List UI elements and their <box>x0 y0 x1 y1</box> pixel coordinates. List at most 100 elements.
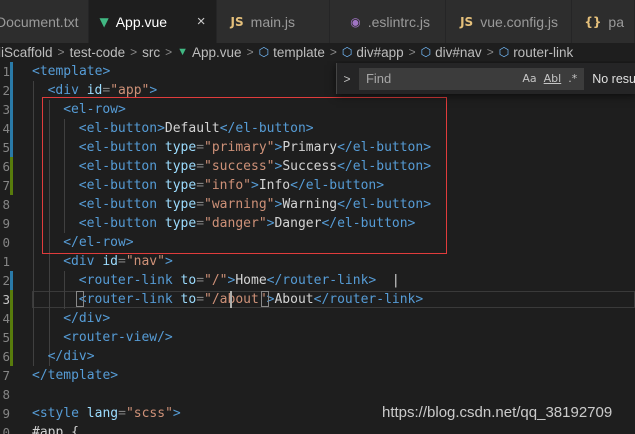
tab-label: .eslintrc.js <box>367 13 430 30</box>
code-token: = <box>196 216 205 231</box>
code-token: Success <box>282 159 338 174</box>
chevron-right-icon: > <box>246 45 254 59</box>
cube-icon: ⬡ <box>498 45 510 59</box>
line-number: 2 <box>2 83 10 98</box>
code-token: type <box>164 159 197 174</box>
breadcrumb-label: liScaffold <box>0 44 53 60</box>
code-token: "primary" <box>204 140 275 155</box>
code-token: > <box>149 83 158 98</box>
match-case-icon[interactable]: Aa <box>522 72 536 85</box>
code-token: <div <box>47 83 87 98</box>
code-token: id <box>86 83 103 98</box>
breadcrumb-item[interactable]: liScaffold <box>0 45 53 60</box>
tab-vue-config-js[interactable]: JS vue.config.js <box>446 0 573 43</box>
tab-eslintrc-js[interactable]: ◉ .eslintrc.js <box>330 0 447 43</box>
code-token: </el-button> <box>321 216 416 231</box>
code-line: <div id="app"> <box>48 81 158 100</box>
code-token: "app" <box>110 83 150 98</box>
tab-main-js[interactable]: JS main.js <box>216 0 331 43</box>
code-token: <style <box>32 406 87 421</box>
code-token: type <box>164 216 197 231</box>
code-token: </el-button> <box>337 197 432 212</box>
line-number: 8 <box>2 197 10 212</box>
line-number-gutter: 1 2 3 4 5 6 7 8 9 0 1 2 3 4 5 6 7 8 9 0 <box>0 61 13 434</box>
code-token: | <box>376 273 400 288</box>
code-line: <router-link to="/">Home</router-link> | <box>79 271 400 290</box>
code-line: </template> <box>32 366 118 385</box>
code-token: "danger" <box>204 216 267 231</box>
change-indicator <box>10 157 13 195</box>
breadcrumb-label: div#app <box>356 44 404 60</box>
breadcrumb-item[interactable]: ⬡ router-link <box>499 45 574 60</box>
breadcrumb-item[interactable]: src <box>142 45 160 60</box>
code-token: "/about" <box>204 292 267 307</box>
code-token: id <box>102 254 118 269</box>
breadcrumb-item[interactable]: ⬡ div#app <box>342 45 404 60</box>
vue-icon: ▼ <box>177 46 189 58</box>
chevron-right-icon: > <box>486 45 494 59</box>
code-line: <router-link to="/about">About</router-l… <box>79 290 423 309</box>
js-icon: JS <box>460 14 474 29</box>
tab-label: main.js <box>250 13 296 30</box>
code-token: = <box>196 140 205 155</box>
regex-icon[interactable]: .* <box>568 72 577 85</box>
breadcrumb-label: div#nav <box>435 44 482 60</box>
code-token: type <box>164 197 197 212</box>
find-result-count: No resu <box>592 71 635 86</box>
code-token: type <box>164 178 197 193</box>
vue-icon: ▼ <box>99 14 109 29</box>
close-tab-icon[interactable]: × <box>197 13 206 30</box>
code-line: <router-view/> <box>63 328 173 347</box>
find-input[interactable]: Find Aa Abl .* <box>358 67 585 90</box>
code-token: Warning <box>282 197 338 212</box>
line-number: 3 <box>2 102 10 117</box>
tab-document-txt[interactable]: Document.txt <box>0 0 90 43</box>
code-token: to <box>180 292 197 307</box>
breadcrumb-item[interactable]: test-code <box>70 45 126 60</box>
line-number: 6 <box>2 159 10 174</box>
code-token: About <box>274 292 314 307</box>
code-token: </el-button> <box>337 159 432 174</box>
code-token: "/" <box>204 273 228 288</box>
code-token: <template> <box>32 64 111 79</box>
line-number: 0 <box>2 235 10 250</box>
code-token: </div> <box>63 311 111 326</box>
code-token: "nav" <box>125 254 165 269</box>
tab-app-vue[interactable]: ▼ App.vue × <box>89 0 217 43</box>
code-token: </el-button> <box>219 121 314 136</box>
line-number: 4 <box>2 311 10 326</box>
indent-guide <box>64 119 66 233</box>
js-icon: JS <box>230 14 244 29</box>
line-number: 9 <box>2 216 10 231</box>
chevron-right-icon: > <box>165 45 173 59</box>
breadcrumb-item[interactable]: ⬡ div#nav <box>421 45 482 60</box>
whole-word-icon[interactable]: Abl <box>544 72 562 85</box>
code-token: "success" <box>204 159 275 174</box>
toggle-replace-icon[interactable]: > <box>337 72 357 86</box>
code-token: <el-button <box>78 178 165 193</box>
code-line: <el-button>Default</el-button> <box>79 119 314 138</box>
code-token: </el-row> <box>63 235 134 250</box>
code-token: = <box>196 273 205 288</box>
breadcrumb-item[interactable]: ⬡ template <box>259 45 325 60</box>
code-token: = <box>196 292 205 307</box>
line-number: 5 <box>2 140 10 155</box>
eslint-icon: ◉ <box>350 14 361 29</box>
breadcrumb-item[interactable]: ▼ App.vue <box>177 45 241 60</box>
line-number: 9 <box>2 406 10 421</box>
code-token: Primary <box>282 140 338 155</box>
chevron-right-icon: > <box>130 45 138 59</box>
code-token: <el-button <box>78 159 165 174</box>
code-token: > <box>164 254 173 269</box>
json-icon: {} <box>584 14 602 29</box>
tab-package-json[interactable]: {} pa <box>572 0 635 43</box>
code-token: <el-button <box>78 140 165 155</box>
chevron-right-icon: > <box>57 45 65 59</box>
code-line: <el-row> <box>63 100 126 119</box>
tab-label: pa <box>608 13 624 30</box>
breadcrumb-label: test-code <box>69 44 126 60</box>
code-editor[interactable]: 12345678901234567890 <template> <div id="… <box>0 61 635 434</box>
code-line: <el-button type="danger">Danger</el-butt… <box>79 214 416 233</box>
indent-guide <box>33 81 34 366</box>
tab-label: vue.config.js <box>480 13 559 30</box>
